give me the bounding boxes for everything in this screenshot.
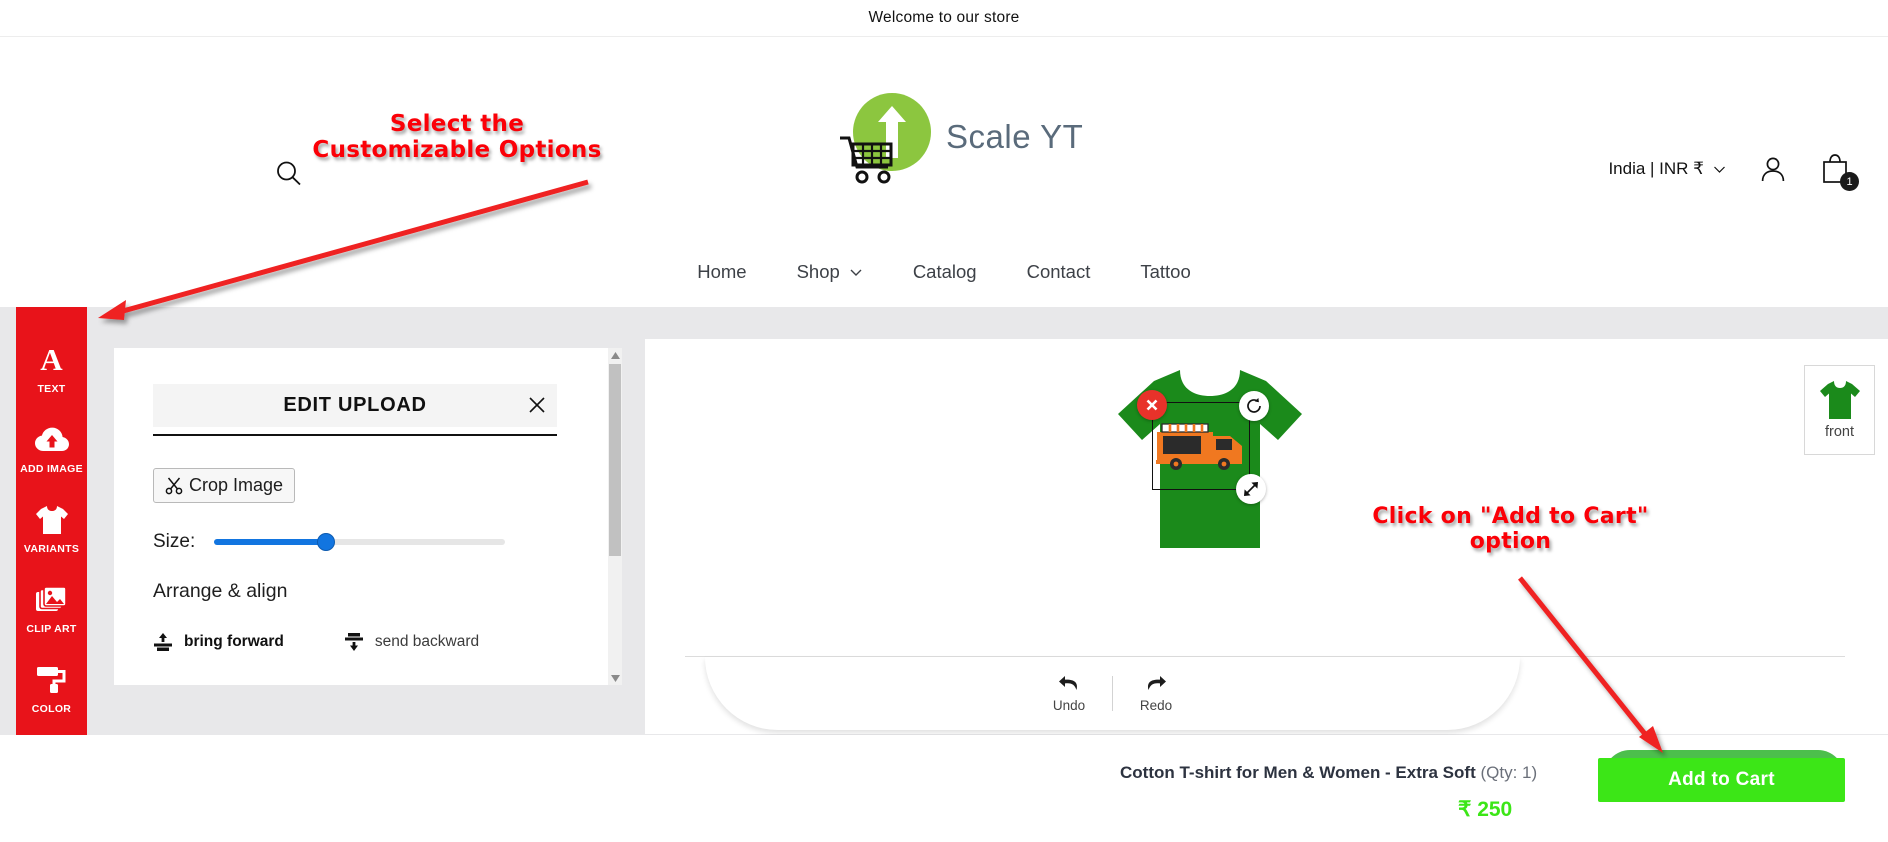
arrange-align-title: Arrange & align (153, 580, 288, 602)
tshirt-icon (1819, 381, 1860, 419)
crop-image-label: Crop Image (189, 475, 284, 495)
sidebar-item-label: COLOR (31, 703, 72, 715)
product-qty: (Qty: 1) (1480, 763, 1538, 782)
send-backward-button[interactable]: send backward (344, 632, 479, 652)
resize-diagonal-icon (1244, 482, 1258, 496)
site-logo[interactable]: Scale YT (838, 82, 1088, 192)
send-backward-icon (344, 633, 363, 651)
edit-upload-panel: EDIT UPLOAD Crop Image Size: Arrange & a… (114, 348, 622, 685)
product-price: ₹ 250 (1458, 798, 1513, 821)
edit-upload-panel-body: EDIT UPLOAD Crop Image Size: Arrange & a… (114, 348, 596, 685)
view-thumbnail-label: front (1824, 424, 1854, 440)
nav-label: Home (697, 261, 747, 282)
nav-label: Contact (1026, 261, 1091, 282)
logo-cart-icon (840, 136, 893, 184)
bring-forward-button[interactable]: bring forward (153, 632, 284, 652)
redo-button[interactable]: Redo (1119, 674, 1193, 713)
chevron-down-icon (1714, 166, 1725, 173)
scissors-icon (165, 477, 183, 494)
sidebar-item-variants[interactable]: VARIANTS (16, 505, 87, 555)
search-icon[interactable] (272, 157, 306, 191)
logo-text: Scale YT (946, 118, 1084, 155)
design-canvas[interactable]: Undo Redo front (645, 339, 1888, 734)
size-control-row: Size: (153, 531, 557, 553)
slider-thumb[interactable] (317, 533, 336, 551)
product-name: Cotton T-shirt for Men & Women - Extra S… (1120, 763, 1476, 782)
size-slider[interactable] (214, 533, 506, 551)
nav-item-contact[interactable]: Contact (1017, 255, 1101, 289)
annotation-select-options: Select the Customizable Options (310, 109, 604, 165)
toolbar-separator (1112, 676, 1113, 711)
undo-arrow-icon (1059, 676, 1077, 690)
announcement-text: Welcome to our store (868, 9, 1020, 26)
chevron-down-icon (850, 269, 862, 276)
close-icon[interactable] (527, 395, 547, 415)
sidebar-item-add-image[interactable]: ADD IMAGE (16, 425, 87, 475)
crop-image-button[interactable]: Crop Image (153, 468, 296, 503)
delete-handle[interactable] (1137, 390, 1167, 420)
caret-down-icon[interactable] (608, 671, 622, 685)
sidebar-item-label: VARIANTS (23, 543, 80, 555)
cart-count-badge: 1 (1840, 172, 1859, 191)
caret-up-icon[interactable] (608, 348, 622, 362)
resize-handle[interactable] (1236, 474, 1266, 504)
product-summary: Cotton T-shirt for Men & Women - Extra S… (1120, 763, 1537, 783)
scrollbar-thumb[interactable] (609, 364, 621, 556)
annotation-add-to-cart: Click on "Add to Cart" option (1370, 502, 1651, 556)
rotate-icon (1247, 398, 1261, 413)
locale-label: India | INR ₹ (1608, 159, 1704, 178)
nav-label: Shop (796, 261, 840, 282)
customizer-sidebar: A TEXT ADD IMAGE VARIANTS CLIP ART COLOR (16, 307, 87, 735)
nav-label: Catalog (912, 261, 977, 282)
artwork-selection-box[interactable] (1152, 402, 1250, 490)
food-truck-clipart (1156, 423, 1242, 470)
sidebar-item-text[interactable]: A TEXT (16, 342, 87, 395)
nav-item-catalog[interactable]: Catalog (903, 255, 987, 289)
announcement-bar: Welcome to our store (0, 0, 1888, 37)
cloud-upload-icon (34, 425, 69, 455)
send-backward-label: send backward (374, 633, 480, 650)
tshirt-icon (35, 505, 68, 535)
undo-redo-toolbar: Undo Redo (705, 657, 1520, 730)
redo-arrow-icon (1148, 676, 1166, 690)
images-stack-icon (35, 585, 68, 615)
main-nav: Home Shop Catalog Contact Tattoo (0, 255, 1888, 289)
nav-label: Tattoo (1140, 261, 1191, 282)
header-actions: India | INR ₹ 1 (1608, 147, 1859, 191)
nav-item-home[interactable]: Home (687, 255, 756, 289)
nav-item-tattoo[interactable]: Tattoo (1130, 255, 1200, 289)
sidebar-item-clip-art[interactable]: CLIP ART (16, 585, 87, 635)
edit-panel-scrollbar[interactable] (608, 348, 622, 685)
locale-selector[interactable]: India | INR ₹ (1608, 159, 1726, 179)
undo-label: Undo (1052, 698, 1086, 713)
nav-item-shop[interactable]: Shop (787, 255, 873, 289)
edit-upload-header: EDIT UPLOAD (153, 384, 557, 427)
panel-title: EDIT UPLOAD (283, 394, 427, 416)
arrange-actions: bring forward send backward (153, 632, 557, 652)
slider-fill (214, 539, 328, 545)
tshirt-preview[interactable] (1110, 364, 1310, 554)
view-thumbnail-front[interactable]: front (1804, 365, 1875, 455)
person-icon[interactable] (1760, 155, 1786, 183)
sidebar-item-label: TEXT (37, 383, 66, 395)
bring-forward-icon (154, 633, 172, 651)
sidebar-item-label: CLIP ART (26, 623, 77, 635)
size-label: Size: (153, 531, 196, 552)
panel-divider (153, 434, 557, 436)
undo-button[interactable]: Undo (1032, 674, 1106, 713)
cart-button[interactable]: 1 (1820, 152, 1859, 191)
logo-icon (838, 87, 938, 187)
bring-forward-label: bring forward (184, 633, 284, 650)
sidebar-item-label: ADD IMAGE (20, 463, 83, 475)
site-header: Scale YT India | INR ₹ 1 Home Shop Catal… (0, 37, 1888, 282)
add-to-cart-button[interactable]: Add to Cart (1598, 758, 1845, 802)
rotate-handle[interactable] (1239, 391, 1269, 421)
close-x-icon (1146, 399, 1158, 411)
sidebar-item-color[interactable]: COLOR (16, 665, 87, 715)
page-root: Welcome to our store Scale YT India | IN… (0, 0, 1888, 842)
letter-a-icon: A (40, 342, 63, 377)
paint-roller-icon (36, 665, 68, 695)
redo-label: Redo (1139, 698, 1173, 713)
